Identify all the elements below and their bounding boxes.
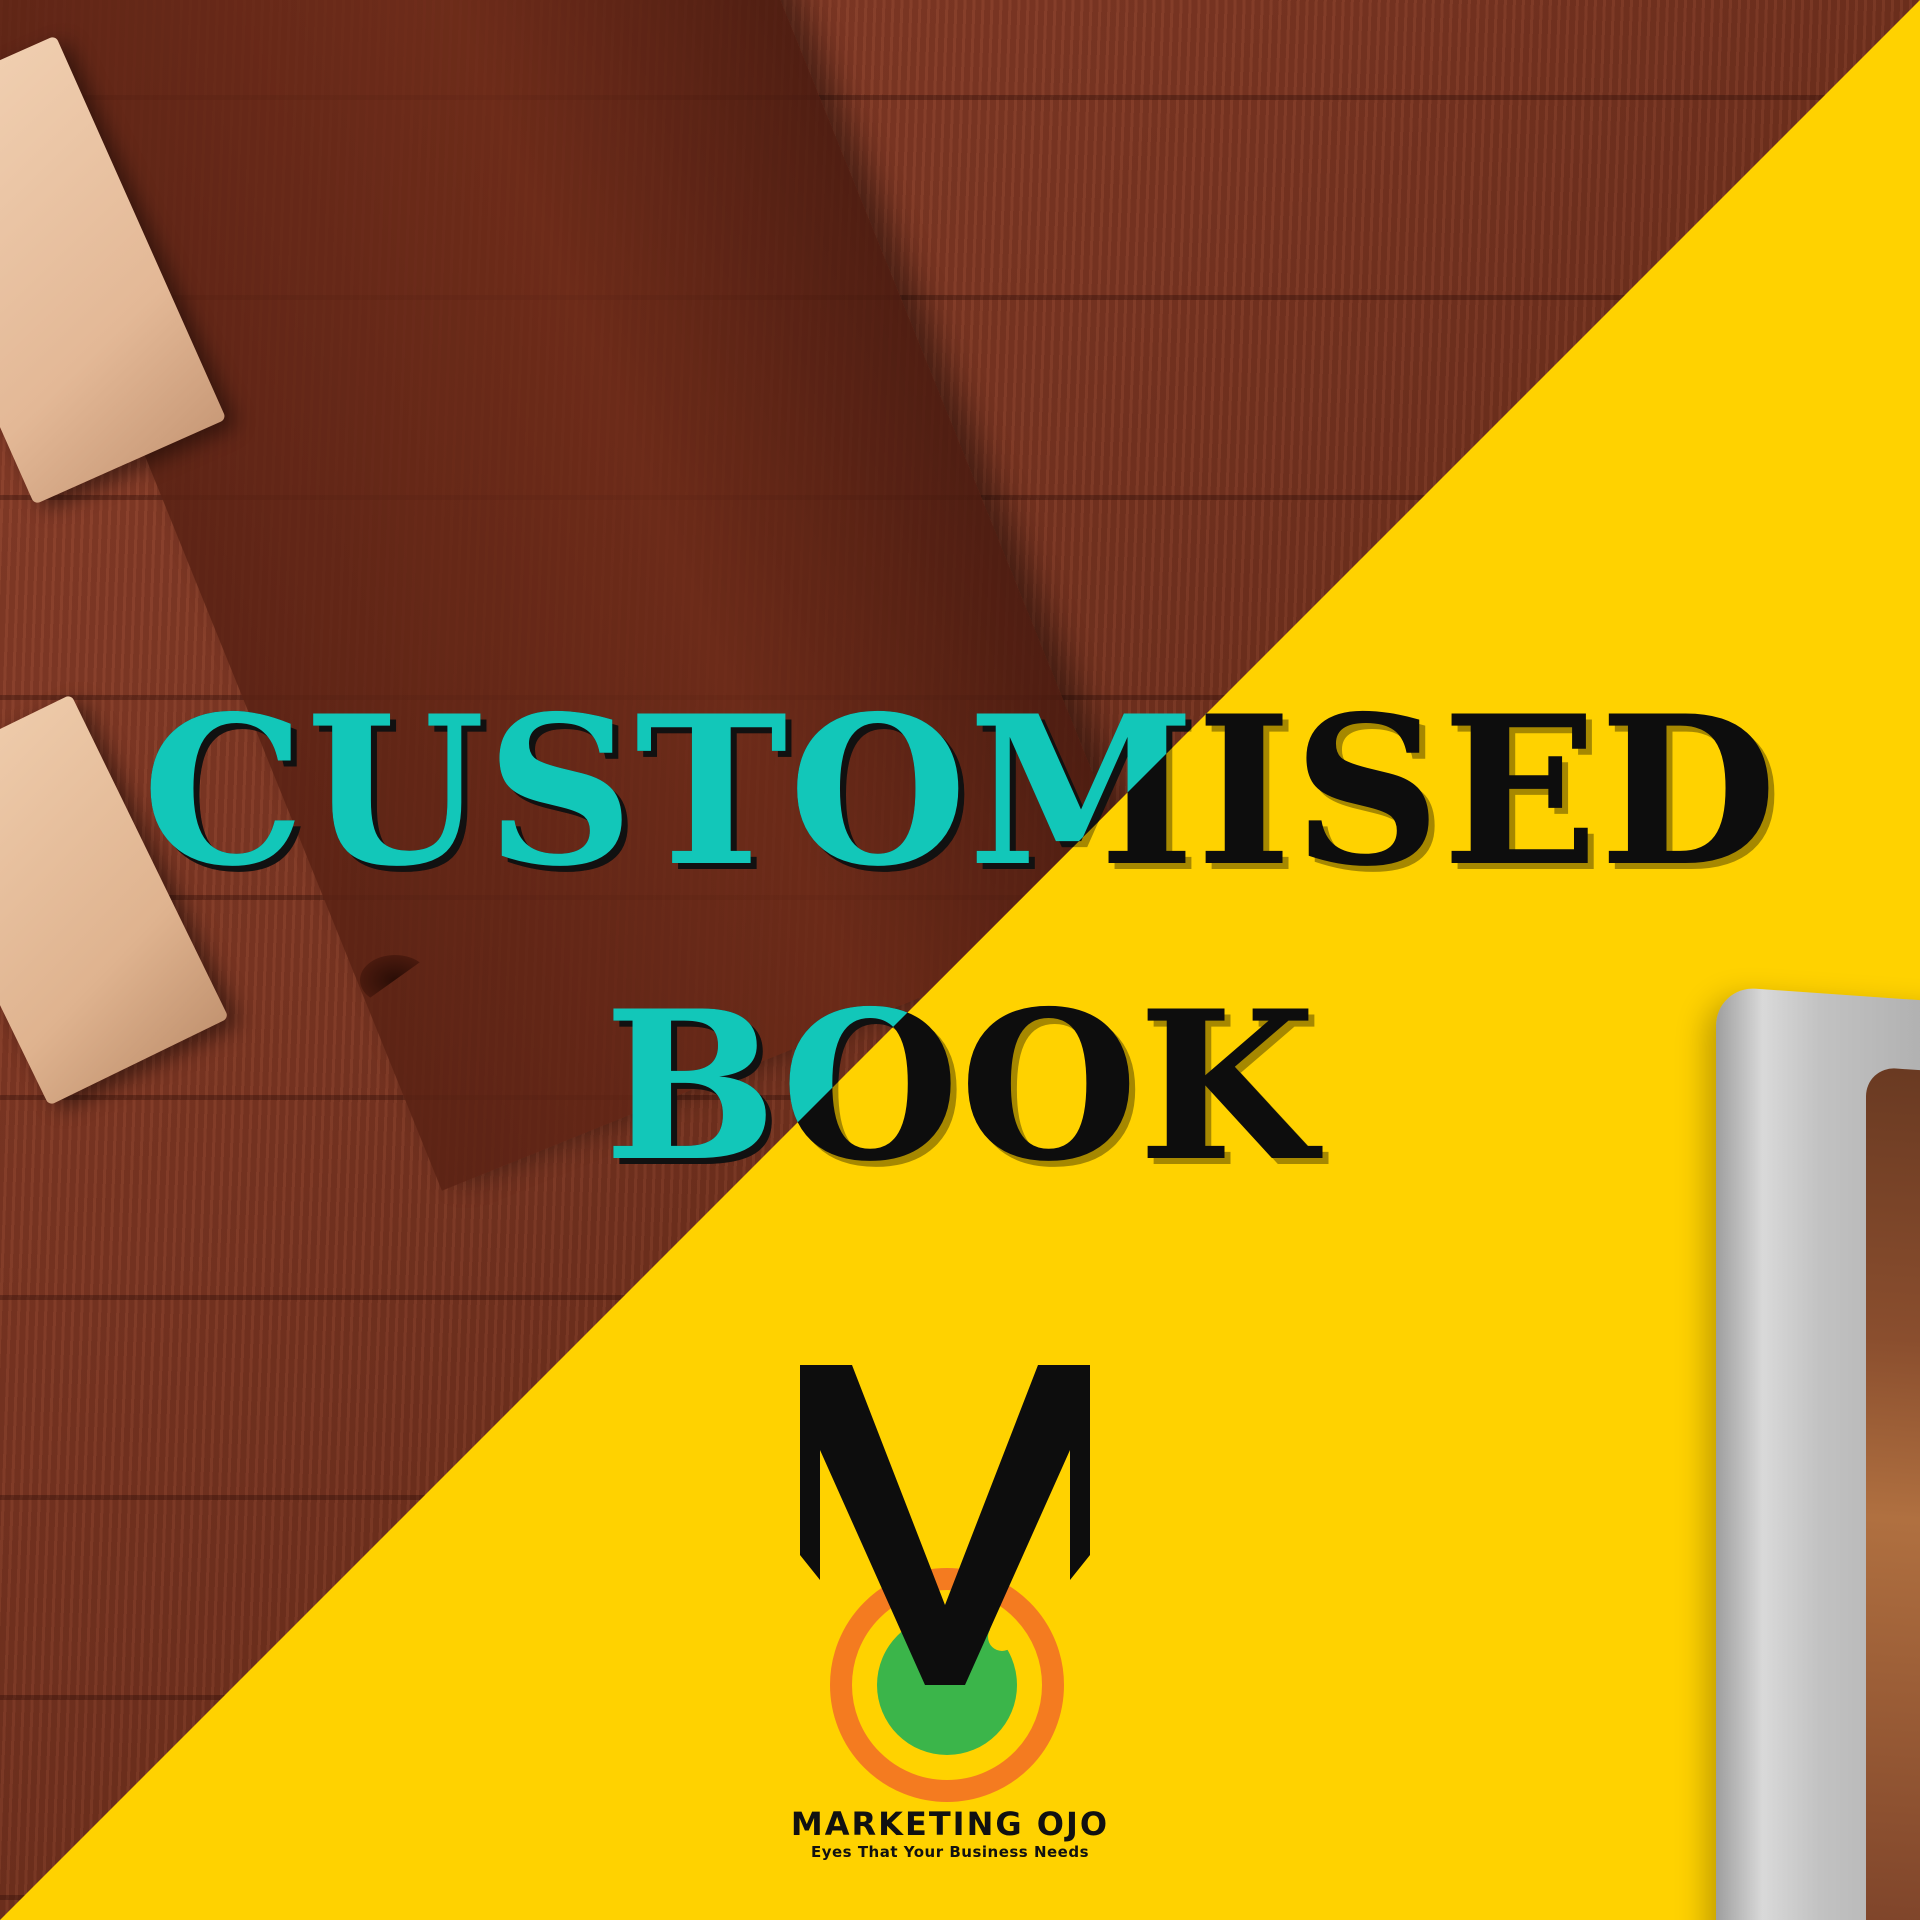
logo-eye-glint bbox=[988, 1623, 1016, 1651]
marketing-ojo-logo-icon bbox=[800, 1365, 1090, 1802]
promo-banner: CUSTOMISED BOOK CUSTOMISED BOOK MARKETIN… bbox=[0, 0, 1920, 1920]
brand-name: MARKETING OJO bbox=[790, 1805, 1110, 1843]
brand-tagline: Eyes That Your Business Needs bbox=[810, 1843, 1090, 1861]
